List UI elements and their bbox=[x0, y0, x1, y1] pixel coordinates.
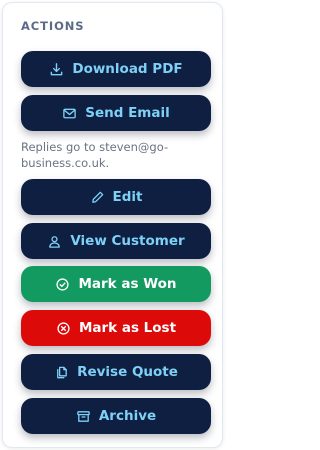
edit-label: Edit bbox=[112, 189, 143, 205]
user-icon bbox=[47, 234, 62, 249]
check-circle-icon bbox=[55, 277, 70, 292]
view-customer-label: View Customer bbox=[70, 233, 185, 249]
archive-button[interactable]: Archive bbox=[21, 398, 211, 434]
mark-as-lost-label: Mark as Lost bbox=[78, 320, 177, 336]
view-customer-button[interactable]: View Customer bbox=[21, 223, 211, 259]
archive-icon bbox=[76, 409, 91, 424]
actions-heading: ACTIONS bbox=[21, 19, 85, 33]
x-circle-icon bbox=[56, 321, 71, 336]
actions-panel: ACTIONS Download PDF Send Email Replies … bbox=[2, 2, 223, 448]
edit-button[interactable]: Edit bbox=[21, 179, 211, 215]
mark-as-won-label: Mark as Won bbox=[78, 276, 177, 292]
download-pdf-label: Download PDF bbox=[72, 61, 183, 77]
copy-icon bbox=[54, 365, 69, 380]
mark-as-won-button[interactable]: Mark as Won bbox=[21, 266, 211, 302]
revise-quote-button[interactable]: Revise Quote bbox=[21, 354, 211, 390]
download-icon bbox=[49, 62, 64, 77]
send-email-label: Send Email bbox=[85, 105, 170, 121]
replies-note: Replies go to steven@go-business.co.uk. bbox=[21, 140, 169, 170]
mail-icon bbox=[62, 106, 77, 121]
pencil-icon bbox=[90, 190, 105, 205]
mark-as-lost-button[interactable]: Mark as Lost bbox=[21, 310, 211, 346]
archive-label: Archive bbox=[98, 408, 157, 424]
download-pdf-button[interactable]: Download PDF bbox=[21, 51, 211, 87]
send-email-button[interactable]: Send Email bbox=[21, 95, 211, 131]
revise-quote-label: Revise Quote bbox=[77, 364, 178, 380]
